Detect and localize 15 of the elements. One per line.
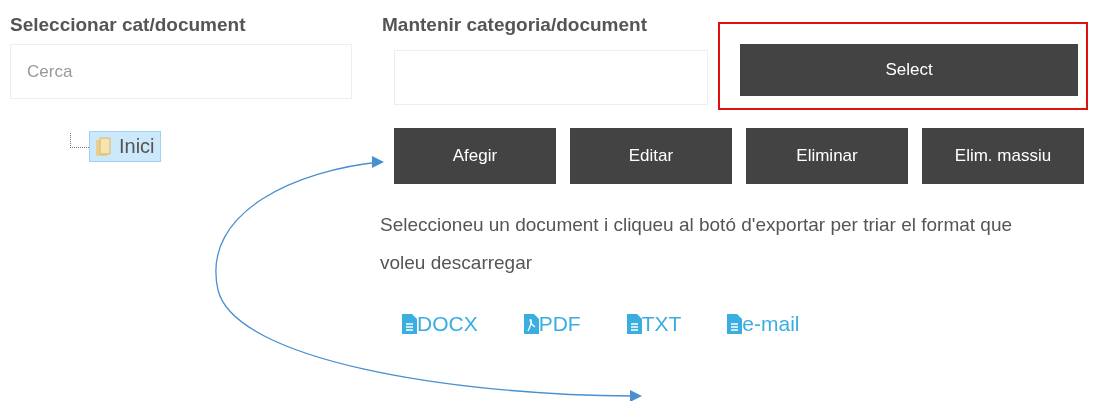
file-icon: [727, 314, 743, 334]
select-button[interactable]: Select: [740, 44, 1078, 96]
action-button[interactable]: Elim. massiu: [922, 128, 1084, 184]
file-icon: [402, 314, 417, 334]
tree-node[interactable]: Inici: [89, 131, 161, 162]
pdf-file-icon: [523, 314, 539, 334]
panel-title: Mantenir categoria/document: [382, 14, 648, 37]
folder-icon: [95, 136, 113, 157]
action-button[interactable]: Eliminar: [746, 128, 908, 184]
search-field[interactable]: Cerca: [10, 44, 352, 99]
file-icon: [626, 314, 642, 334]
action-button[interactable]: Editar: [570, 128, 732, 184]
panel-title: Seleccionar cat/document: [10, 14, 247, 37]
instructions-text: Seleccioneu un document i cliqueu al botó d'exportar per triar el format que voleu descarregar: [380, 213, 1014, 275]
action-button[interactable]: Afegir: [394, 128, 556, 184]
